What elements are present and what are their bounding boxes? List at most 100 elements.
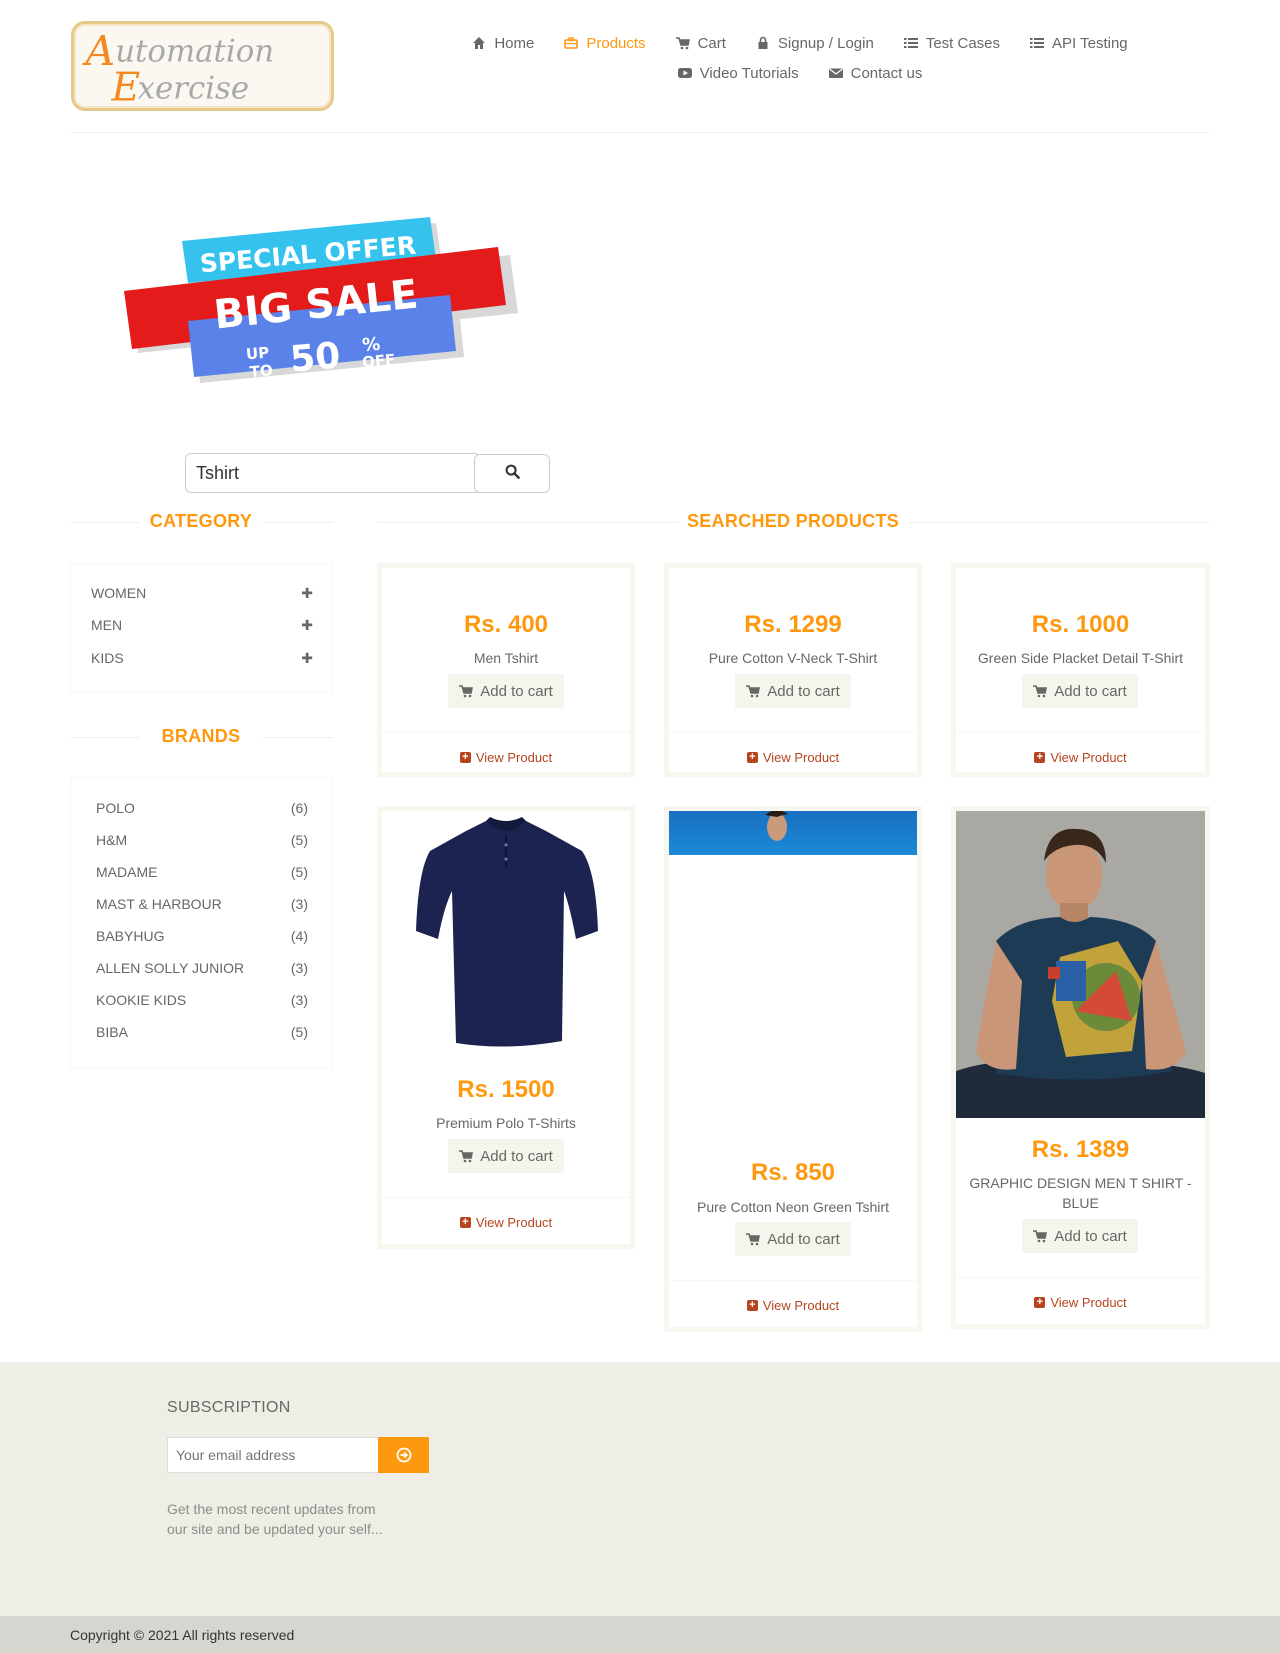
view-product-link[interactable]: + View Product xyxy=(382,750,630,765)
add-to-cart-button[interactable]: Add to cart xyxy=(1022,1219,1138,1253)
brand-name: MAST & HARBOUR xyxy=(96,896,222,912)
plus-icon: ✚ xyxy=(301,617,313,633)
nav-products[interactable]: Products xyxy=(564,35,646,52)
briefcase-icon xyxy=(564,36,579,50)
product-price: Rs. 1000 xyxy=(1031,611,1130,638)
view-product-label: View Product xyxy=(1050,1295,1127,1310)
product-image-neon-tshirt xyxy=(669,810,917,855)
product-name: Men Tshirt xyxy=(473,650,539,666)
category-title: CATEGORY xyxy=(140,511,262,532)
product-image-graphic-tshirt xyxy=(956,811,1205,1118)
add-to-cart-button[interactable]: Add to cart xyxy=(448,674,564,708)
nav-test-cases-label: Test Cases xyxy=(925,34,1001,52)
brand-item[interactable]: ALLEN SOLLY JUNIOR (3) xyxy=(96,960,308,976)
site-logo[interactable]: A utomation E xercise xyxy=(71,21,334,111)
plus-square-icon: + xyxy=(746,1300,758,1311)
subscription-description: Get the most recent updates from our sit… xyxy=(167,1501,383,1537)
brand-item[interactable]: BABYHUG (4) xyxy=(96,928,308,944)
brand-count: (3) xyxy=(290,992,308,1008)
view-product-label: View Product xyxy=(1050,750,1127,765)
subscription-email-input[interactable] xyxy=(167,1437,379,1473)
add-to-cart-button[interactable]: Add to cart xyxy=(735,674,851,708)
brand-item[interactable]: MADAME (5) xyxy=(96,864,308,880)
category-item-kids[interactable]: KIDS ✚ xyxy=(91,650,313,667)
card-divider xyxy=(956,1277,1205,1278)
svg-text:xercise: xercise xyxy=(138,71,249,107)
brand-item[interactable]: KOOKIE KIDS (3) xyxy=(96,992,308,1008)
nav-home[interactable]: Home xyxy=(472,35,534,52)
view-product-label: View Product xyxy=(475,1215,553,1230)
product-price: Rs. 850 xyxy=(750,1159,836,1186)
product-card: Rs. 1000 Green Side Placket Detail T-Shi… xyxy=(951,563,1210,777)
nav-api-testing[interactable]: API Testing xyxy=(1030,35,1128,52)
svg-text:E: E xyxy=(111,66,141,108)
view-product-link[interactable]: + View Product xyxy=(669,750,917,765)
product-card: Rs. 400 Men Tshirt Add to cart + View Pro… xyxy=(377,563,635,777)
view-product-link[interactable]: + View Product xyxy=(956,1295,1205,1310)
site-header: A utomation E xercise Home Products Cart… xyxy=(0,0,1280,134)
product-card: Rs. 1299 Pure Cotton V-Neck T-Shirt Add … xyxy=(664,563,922,777)
sale-banner: SPECIAL OFFER BIG SALE UP TO 50 % OFF xyxy=(120,205,520,395)
subscribe-button[interactable] xyxy=(378,1437,429,1473)
footer: SUBSCRIPTION Get the most recent updates… xyxy=(0,1362,1280,1616)
cart-icon xyxy=(746,685,761,698)
cart-icon xyxy=(459,685,474,698)
category-item-label: MEN xyxy=(91,617,123,633)
brand-item[interactable]: MAST & HARBOUR (3) xyxy=(96,896,308,912)
view-product-label: View Product xyxy=(762,1298,840,1313)
category-item-women[interactable]: WOMEN ✚ xyxy=(91,585,313,602)
brand-name: MADAME xyxy=(96,864,158,880)
category-item-men[interactable]: MEN ✚ xyxy=(91,617,313,634)
view-product-link[interactable]: + View Product xyxy=(669,1298,917,1313)
nav-test-cases[interactable]: Test Cases xyxy=(903,34,1001,52)
brand-count: (5) xyxy=(290,832,308,848)
cart-icon xyxy=(459,1150,474,1163)
lock-icon xyxy=(756,36,770,50)
plus-square-icon: + xyxy=(1034,1297,1046,1308)
svg-text:50: 50 xyxy=(288,335,341,380)
cart-icon xyxy=(1033,685,1048,698)
nav-video-tutorials[interactable]: Video Tutorials xyxy=(677,65,799,82)
brand-item[interactable]: BIBA (5) xyxy=(96,1024,308,1040)
add-to-cart-button[interactable]: Add to cart xyxy=(1022,674,1138,708)
brand-count: (3) xyxy=(290,896,308,912)
card-divider xyxy=(956,732,1205,733)
view-product-link[interactable]: + View Product xyxy=(956,750,1205,765)
search-input[interactable] xyxy=(185,453,477,493)
product-card: Rs. 1389 GRAPHIC DESIGN MEN T SHIRT - BL… xyxy=(951,806,1210,1329)
subscription-title: SUBSCRIPTION xyxy=(167,1399,291,1416)
view-product-link[interactable]: + View Product xyxy=(382,1215,630,1230)
product-name: Green Side Placket Detail T-Shirt xyxy=(977,650,1184,666)
search-button[interactable] xyxy=(474,454,550,493)
add-to-cart-label: Add to cart xyxy=(767,1230,840,1248)
add-to-cart-button[interactable]: Add to cart xyxy=(448,1139,564,1173)
product-name: Premium Polo T-Shirts xyxy=(436,1115,576,1131)
product-card: Rs. 1500 Premium Polo T-Shirts Add to ca… xyxy=(377,806,635,1249)
arrow-circle-right-icon xyxy=(396,1447,411,1463)
nav-signup-login[interactable]: Signup / Login xyxy=(756,35,874,52)
cart-icon xyxy=(1033,1230,1048,1243)
add-to-cart-button[interactable]: Add to cart xyxy=(735,1222,851,1256)
list-icon xyxy=(1030,36,1045,50)
nav-cart[interactable]: Cart xyxy=(675,34,726,52)
brand-count: (5) xyxy=(290,1024,308,1040)
brand-item[interactable]: POLO (6) xyxy=(96,800,308,816)
brand-item[interactable]: H&M (5) xyxy=(96,832,308,848)
product-name: Pure Cotton Neon Green Tshirt xyxy=(697,1199,889,1215)
brands-panel: POLO (6) H&M (5) MADAME (5) MAST & HARBOUR (… xyxy=(70,777,333,1068)
list-icon xyxy=(903,36,918,50)
product-image-polo xyxy=(382,811,630,1055)
product-price: Rs. 1299 xyxy=(744,611,842,638)
svg-text:utomation: utomation xyxy=(115,33,274,69)
add-to-cart-label: Add to cart xyxy=(767,682,840,700)
brands-title: BRANDS xyxy=(140,726,262,747)
copyright-bar: Copyright © 2021 All rights reserved xyxy=(0,1616,1280,1653)
nav-cart-label: Cart xyxy=(697,34,726,52)
category-item-label: KIDS xyxy=(91,650,124,666)
brand-name: BIBA xyxy=(96,1024,128,1040)
svg-text:TO: TO xyxy=(249,361,273,381)
plus-icon: ✚ xyxy=(301,650,313,666)
category-panel: WOMEN ✚ MEN ✚ KIDS ✚ xyxy=(70,563,333,693)
card-divider xyxy=(382,732,630,733)
nav-contact-us[interactable]: Contact us xyxy=(828,65,922,82)
